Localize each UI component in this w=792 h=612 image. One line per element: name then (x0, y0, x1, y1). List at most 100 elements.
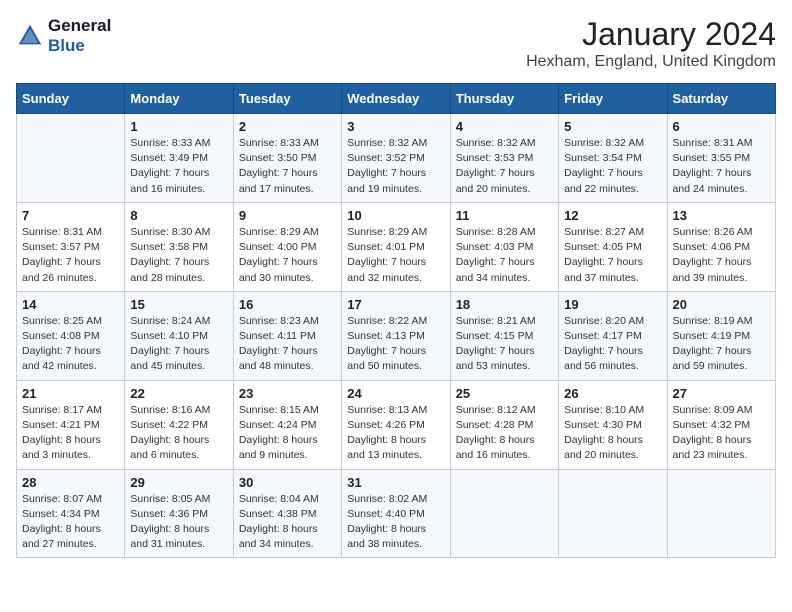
cell-content: Sunrise: 8:28 AMSunset: 4:03 PMDaylight:… (456, 225, 553, 286)
cell-content: Sunrise: 8:19 AMSunset: 4:19 PMDaylight:… (673, 314, 770, 375)
day-number: 25 (456, 386, 553, 401)
header-wednesday: Wednesday (342, 84, 450, 114)
day-number: 28 (22, 475, 119, 490)
day-number: 29 (130, 475, 227, 490)
week-row-2: 7 Sunrise: 8:31 AMSunset: 3:57 PMDayligh… (17, 202, 776, 291)
day-cell: 14 Sunrise: 8:25 AMSunset: 4:08 PMDaylig… (17, 291, 125, 380)
cell-content: Sunrise: 8:22 AMSunset: 4:13 PMDaylight:… (347, 314, 444, 375)
day-cell: 18 Sunrise: 8:21 AMSunset: 4:15 PMDaylig… (450, 291, 558, 380)
cell-content: Sunrise: 8:09 AMSunset: 4:32 PMDaylight:… (673, 403, 770, 464)
cell-content: Sunrise: 8:32 AMSunset: 3:53 PMDaylight:… (456, 136, 553, 197)
cell-content: Sunrise: 8:20 AMSunset: 4:17 PMDaylight:… (564, 314, 661, 375)
cell-content: Sunrise: 8:30 AMSunset: 3:58 PMDaylight:… (130, 225, 227, 286)
cell-content: Sunrise: 8:29 AMSunset: 4:00 PMDaylight:… (239, 225, 336, 286)
calendar-subtitle: Hexham, England, United Kingdom (526, 53, 776, 71)
day-cell: 3 Sunrise: 8:32 AMSunset: 3:52 PMDayligh… (342, 114, 450, 203)
cell-content: Sunrise: 8:23 AMSunset: 4:11 PMDaylight:… (239, 314, 336, 375)
header-thursday: Thursday (450, 84, 558, 114)
week-row-5: 28 Sunrise: 8:07 AMSunset: 4:34 PMDaylig… (17, 469, 776, 558)
day-number: 24 (347, 386, 444, 401)
title-area: January 2024 Hexham, England, United Kin… (526, 16, 776, 71)
cell-content: Sunrise: 8:12 AMSunset: 4:28 PMDaylight:… (456, 403, 553, 464)
day-cell: 12 Sunrise: 8:27 AMSunset: 4:05 PMDaylig… (559, 202, 667, 291)
day-cell: 6 Sunrise: 8:31 AMSunset: 3:55 PMDayligh… (667, 114, 775, 203)
cell-content: Sunrise: 8:32 AMSunset: 3:54 PMDaylight:… (564, 136, 661, 197)
header-saturday: Saturday (667, 84, 775, 114)
day-number: 16 (239, 297, 336, 312)
day-number: 9 (239, 208, 336, 223)
day-cell: 10 Sunrise: 8:29 AMSunset: 4:01 PMDaylig… (342, 202, 450, 291)
cell-content: Sunrise: 8:31 AMSunset: 3:55 PMDaylight:… (673, 136, 770, 197)
header-sunday: Sunday (17, 84, 125, 114)
week-row-4: 21 Sunrise: 8:17 AMSunset: 4:21 PMDaylig… (17, 380, 776, 469)
day-cell: 20 Sunrise: 8:19 AMSunset: 4:19 PMDaylig… (667, 291, 775, 380)
header-row: Sunday Monday Tuesday Wednesday Thursday… (17, 84, 776, 114)
day-cell: 19 Sunrise: 8:20 AMSunset: 4:17 PMDaylig… (559, 291, 667, 380)
cell-content: Sunrise: 8:13 AMSunset: 4:26 PMDaylight:… (347, 403, 444, 464)
header-friday: Friday (559, 84, 667, 114)
cell-content: Sunrise: 8:32 AMSunset: 3:52 PMDaylight:… (347, 136, 444, 197)
day-number: 30 (239, 475, 336, 490)
day-cell: 9 Sunrise: 8:29 AMSunset: 4:00 PMDayligh… (233, 202, 341, 291)
day-cell: 21 Sunrise: 8:17 AMSunset: 4:21 PMDaylig… (17, 380, 125, 469)
cell-content: Sunrise: 8:27 AMSunset: 4:05 PMDaylight:… (564, 225, 661, 286)
day-number: 12 (564, 208, 661, 223)
day-number: 10 (347, 208, 444, 223)
day-cell: 26 Sunrise: 8:10 AMSunset: 4:30 PMDaylig… (559, 380, 667, 469)
cell-content: Sunrise: 8:07 AMSunset: 4:34 PMDaylight:… (22, 492, 119, 553)
day-number: 4 (456, 119, 553, 134)
day-cell: 16 Sunrise: 8:23 AMSunset: 4:11 PMDaylig… (233, 291, 341, 380)
day-number: 19 (564, 297, 661, 312)
cell-content: Sunrise: 8:31 AMSunset: 3:57 PMDaylight:… (22, 225, 119, 286)
day-cell (667, 469, 775, 558)
day-number: 1 (130, 119, 227, 134)
day-cell: 22 Sunrise: 8:16 AMSunset: 4:22 PMDaylig… (125, 380, 233, 469)
cell-content: Sunrise: 8:15 AMSunset: 4:24 PMDaylight:… (239, 403, 336, 464)
day-number: 3 (347, 119, 444, 134)
day-cell (17, 114, 125, 203)
day-number: 31 (347, 475, 444, 490)
cell-content: Sunrise: 8:33 AMSunset: 3:50 PMDaylight:… (239, 136, 336, 197)
cell-content: Sunrise: 8:04 AMSunset: 4:38 PMDaylight:… (239, 492, 336, 553)
cell-content: Sunrise: 8:21 AMSunset: 4:15 PMDaylight:… (456, 314, 553, 375)
calendar-title: January 2024 (526, 16, 776, 53)
logo-text: General Blue (48, 16, 111, 56)
cell-content: Sunrise: 8:05 AMSunset: 4:36 PMDaylight:… (130, 492, 227, 553)
day-number: 7 (22, 208, 119, 223)
day-cell (450, 469, 558, 558)
week-row-3: 14 Sunrise: 8:25 AMSunset: 4:08 PMDaylig… (17, 291, 776, 380)
cell-content: Sunrise: 8:24 AMSunset: 4:10 PMDaylight:… (130, 314, 227, 375)
day-cell: 28 Sunrise: 8:07 AMSunset: 4:34 PMDaylig… (17, 469, 125, 558)
cell-content: Sunrise: 8:25 AMSunset: 4:08 PMDaylight:… (22, 314, 119, 375)
day-number: 26 (564, 386, 661, 401)
day-cell: 8 Sunrise: 8:30 AMSunset: 3:58 PMDayligh… (125, 202, 233, 291)
day-cell: 4 Sunrise: 8:32 AMSunset: 3:53 PMDayligh… (450, 114, 558, 203)
day-number: 11 (456, 208, 553, 223)
cell-content: Sunrise: 8:29 AMSunset: 4:01 PMDaylight:… (347, 225, 444, 286)
cell-content: Sunrise: 8:10 AMSunset: 4:30 PMDaylight:… (564, 403, 661, 464)
day-cell: 15 Sunrise: 8:24 AMSunset: 4:10 PMDaylig… (125, 291, 233, 380)
header-tuesday: Tuesday (233, 84, 341, 114)
day-cell: 11 Sunrise: 8:28 AMSunset: 4:03 PMDaylig… (450, 202, 558, 291)
day-number: 20 (673, 297, 770, 312)
day-number: 5 (564, 119, 661, 134)
day-number: 8 (130, 208, 227, 223)
day-cell: 5 Sunrise: 8:32 AMSunset: 3:54 PMDayligh… (559, 114, 667, 203)
week-row-1: 1 Sunrise: 8:33 AMSunset: 3:49 PMDayligh… (17, 114, 776, 203)
cell-content: Sunrise: 8:26 AMSunset: 4:06 PMDaylight:… (673, 225, 770, 286)
cell-content: Sunrise: 8:02 AMSunset: 4:40 PMDaylight:… (347, 492, 444, 553)
cell-content: Sunrise: 8:33 AMSunset: 3:49 PMDaylight:… (130, 136, 227, 197)
cell-content: Sunrise: 8:16 AMSunset: 4:22 PMDaylight:… (130, 403, 227, 464)
logo: General Blue (16, 16, 111, 56)
day-cell: 13 Sunrise: 8:26 AMSunset: 4:06 PMDaylig… (667, 202, 775, 291)
day-cell: 30 Sunrise: 8:04 AMSunset: 4:38 PMDaylig… (233, 469, 341, 558)
day-cell: 23 Sunrise: 8:15 AMSunset: 4:24 PMDaylig… (233, 380, 341, 469)
day-number: 6 (673, 119, 770, 134)
day-number: 18 (456, 297, 553, 312)
day-cell: 25 Sunrise: 8:12 AMSunset: 4:28 PMDaylig… (450, 380, 558, 469)
day-number: 27 (673, 386, 770, 401)
day-cell (559, 469, 667, 558)
day-cell: 24 Sunrise: 8:13 AMSunset: 4:26 PMDaylig… (342, 380, 450, 469)
day-number: 2 (239, 119, 336, 134)
day-number: 15 (130, 297, 227, 312)
